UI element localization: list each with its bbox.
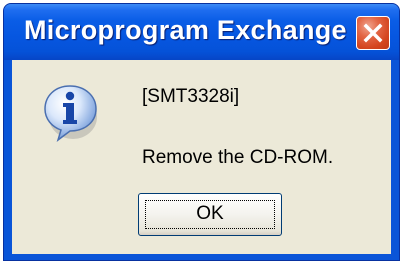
window-title: Microprogram Exchange [24,15,347,45]
title-bar[interactable]: Microprogram Exchange [4,4,399,60]
message-text: Remove the CD-ROM. [142,147,334,168]
ok-button[interactable]: OK [138,193,282,236]
close-icon [363,23,383,43]
ok-button-label: OK [196,203,224,224]
info-icon [40,80,104,144]
message-model: [SMT3328i] [142,86,240,107]
dialog-window: Microprogram Exchange [SMT3328i] Remove … [3,3,400,261]
close-button[interactable] [356,16,390,50]
dialog-body: [SMT3328i] Remove the CD-ROM. OK [12,60,391,254]
